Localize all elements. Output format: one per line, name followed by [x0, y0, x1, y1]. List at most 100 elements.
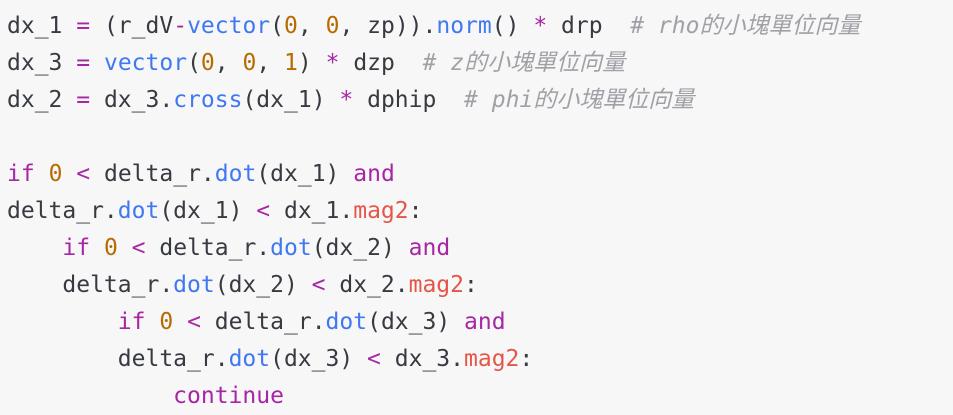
code-token: (dx_3) [270, 346, 368, 372]
operator-token: < [256, 198, 271, 224]
comment-token: # phi的小塊單位向量 [464, 87, 695, 113]
number-token: 0 [284, 13, 298, 39]
function-token: cross [173, 87, 243, 113]
code-token: delta_r. [90, 161, 215, 187]
code-token: , zp)). [339, 13, 437, 39]
operator-token: < [76, 161, 91, 187]
keyword-token: and [464, 309, 506, 335]
attribute-token: mag2 [464, 346, 520, 372]
code-token: (dx_1) [159, 198, 257, 224]
code-token: dx_1. [270, 198, 354, 224]
code-token: , [256, 50, 285, 76]
code-token: dphip [353, 87, 465, 113]
code-line-6[interactable]: delta_r.dot(dx_1) < dx_1.mag2: [7, 193, 422, 230]
operator-token: < [367, 346, 381, 372]
code-line-8[interactable]: delta_r.dot(dx_2) < dx_2.mag2: [7, 267, 478, 304]
code-token: (dx_3) [367, 309, 465, 335]
code-token: delta_r. [7, 346, 229, 372]
code-token: ( [270, 13, 285, 39]
function-token: vector [103, 50, 188, 76]
number-token: 0 [103, 235, 118, 261]
function-token: norm [436, 13, 492, 39]
function-token: dot [173, 272, 215, 298]
keyword-token: and [408, 235, 451, 261]
code-token: (dx_1) [256, 161, 354, 187]
number-token: 0 [325, 13, 340, 39]
code-token: delta_r. [7, 272, 174, 298]
code-token: dx_2. [325, 272, 409, 298]
operator-token: = [76, 13, 91, 39]
code-token: () [491, 13, 534, 39]
comment-token: # z的小塊單位向量 [422, 50, 626, 76]
code-line-7[interactable]: if 0 < delta_r.dot(dx_2) and [7, 230, 450, 267]
number-token: 0 [159, 309, 174, 335]
function-token: vector [187, 13, 271, 39]
code-token: dx_3. [380, 346, 464, 372]
code-token: delta_r. [7, 198, 118, 224]
operator-token: * [339, 87, 354, 113]
code-token: (r_dV [90, 13, 174, 39]
code-token: dx_2 [7, 87, 77, 113]
attribute-token: mag2 [353, 198, 409, 224]
code-token: : [464, 272, 478, 298]
code-token: dx_3 [7, 50, 77, 76]
keyword-token: and [353, 161, 395, 187]
operator-token: < [131, 235, 146, 261]
attribute-token: mag2 [408, 272, 464, 298]
number-token: 1 [284, 50, 298, 76]
code-token: , [297, 13, 326, 39]
operator-token: * [533, 13, 548, 39]
code-token: ) [297, 50, 326, 76]
code-token: : [408, 198, 423, 224]
code-token: , [214, 50, 243, 76]
keyword-token: continue [173, 383, 284, 409]
function-token: dot [117, 198, 160, 224]
code-token: (dx_2) [311, 235, 409, 261]
code-line-1[interactable]: dx_1 = (r_dV-vector(0, 0, zp)).norm() * … [7, 8, 861, 45]
operator-token: - [173, 13, 188, 39]
operator-token: < [187, 309, 201, 335]
code-token: dx_1 [7, 13, 77, 39]
code-token: delta_r. [145, 235, 271, 261]
keyword-token: if [7, 161, 35, 187]
operator-token: = [76, 87, 91, 113]
code-token: dzp [339, 50, 423, 76]
operator-token: = [76, 50, 91, 76]
code-editor[interactable]: dx_1 = (r_dV-vector(0, 0, zp)).norm() * … [0, 0, 953, 415]
function-token: dot [228, 346, 271, 372]
code-token: ( [187, 50, 201, 76]
code-token: drp [547, 13, 631, 39]
keyword-token: if [62, 235, 91, 261]
code-line-9[interactable]: if 0 < delta_r.dot(dx_3) and [7, 304, 506, 341]
operator-token: < [311, 272, 326, 298]
function-token: dot [325, 309, 368, 335]
number-token: 0 [200, 50, 215, 76]
code-line-3[interactable]: dx_2 = dx_3.cross(dx_1) * dphip # phi的小塊… [7, 82, 694, 119]
keyword-token: if [117, 309, 146, 335]
code-line-11[interactable]: continue [7, 378, 284, 415]
code-line-5[interactable]: if 0 < delta_r.dot(dx_1) and [7, 156, 395, 193]
function-token: dot [270, 235, 312, 261]
number-token: 0 [48, 161, 63, 187]
code-token: (dx_2) [214, 272, 312, 298]
code-token: : [519, 346, 534, 372]
code-line-2[interactable]: dx_3 = vector(0, 0, 1) * dzp # z的小塊單位向量 [7, 45, 625, 82]
number-token: 0 [242, 50, 257, 76]
comment-token: # rho的小塊單位向量 [630, 13, 861, 39]
code-token: (dx_1) [242, 87, 340, 113]
code-token: dx_3. [90, 87, 174, 113]
code-line-10[interactable]: delta_r.dot(dx_3) < dx_3.mag2: [7, 341, 533, 378]
operator-token: * [325, 50, 340, 76]
function-token: dot [214, 161, 257, 187]
code-token: delta_r. [200, 309, 326, 335]
